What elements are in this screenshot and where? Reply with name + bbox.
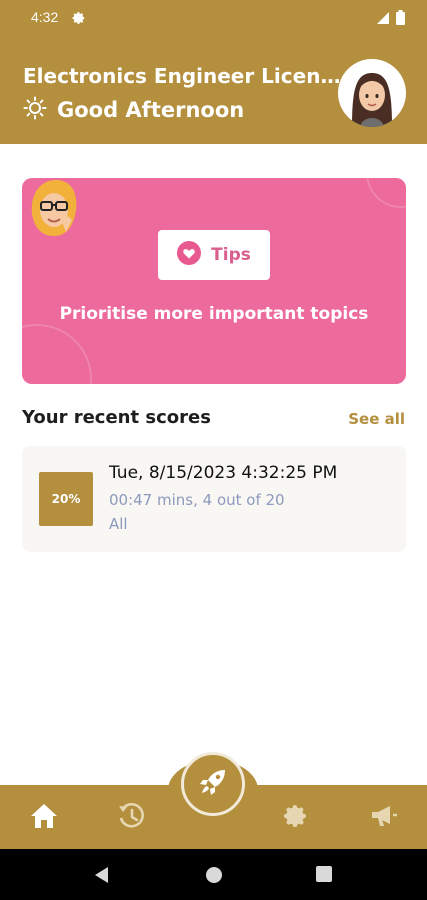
tips-avatar-icon [28,178,80,238]
avatar[interactable] [338,59,406,127]
score-percent-badge: 20% [39,472,93,526]
tips-message: Prioritise more important topics [59,304,369,324]
tips-button[interactable]: Tips [158,230,270,280]
history-icon [117,802,145,834]
status-time: 4:32 [31,9,59,25]
tips-button-label: Tips [211,245,251,265]
home-system-icon[interactable] [205,866,223,888]
battery-icon [396,10,405,29]
header: Electronics Engineer Licen... Good After… [0,36,427,144]
sun-icon [23,96,47,124]
heart-icon [177,241,202,269]
signal-icon [376,10,390,29]
status-icons [376,10,405,29]
user-avatar-icon [352,73,392,127]
app-title: Electronics Engineer Licen... [23,64,341,88]
back-icon[interactable] [94,866,110,888]
tips-card[interactable]: Tips Prioritise more important topics [22,178,406,384]
score-category: All [109,515,128,533]
nav-settings-button[interactable] [281,803,311,833]
decorative-circle [366,178,406,208]
nav-history-button[interactable] [116,803,146,833]
nav-start-quiz-button[interactable] [181,752,245,816]
gear-icon [283,803,309,833]
nav-announcements-button[interactable] [369,803,399,833]
recent-scores-title: Your recent scores [22,407,211,428]
greeting-text: Good Afternoon [57,98,245,122]
recents-icon[interactable] [316,866,332,886]
megaphone-icon [370,803,398,833]
greeting: Good Afternoon [23,96,244,124]
settings-status-icon [72,10,86,29]
see-all-link[interactable]: See all [348,410,405,428]
nav-home-button[interactable] [29,803,59,833]
rocket-icon [199,768,227,800]
score-list-item[interactable]: 20% Tue, 8/15/2023 4:32:25 PM 00:47 mins… [22,446,406,552]
decorative-circle [22,324,92,384]
home-icon [30,803,58,833]
score-duration-result: 00:47 mins, 4 out of 20 [109,491,285,509]
score-date: Tue, 8/15/2023 4:32:25 PM [109,463,338,483]
status-bar: 4:32 [0,0,427,36]
system-navigation-bar [0,849,427,900]
